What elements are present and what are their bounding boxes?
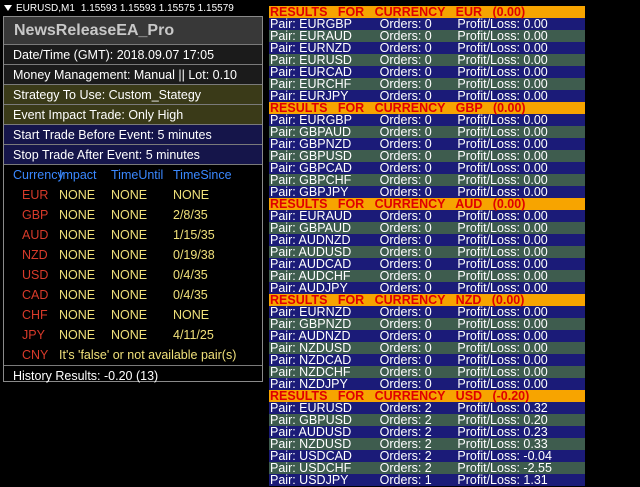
currency-code: CNY: [22, 348, 49, 362]
impact-value: NONE: [59, 248, 96, 262]
currency-code: GBP: [22, 208, 49, 222]
chart-prices: 1.15593 1.15593 1.15575 1.15579: [80, 2, 234, 14]
timesince-value: NONE: [173, 308, 210, 322]
history-results: History Results: -0.20 (13): [4, 365, 262, 387]
timeuntil-value: NONE: [111, 268, 148, 282]
timeuntil-value: NONE: [111, 228, 148, 242]
timesince-value: 4/11/25: [173, 328, 214, 342]
col-timesince: TimeSince: [173, 168, 232, 182]
col-timeuntil: TimeUntil: [111, 168, 164, 182]
results-row: Pair: USDJPY Orders: 1 Profit/Loss: 1.31: [269, 474, 585, 486]
currency-row: JPY NONE NONE 4/11/25: [4, 325, 262, 345]
chart-header: EURUSD,M1 1.15593 1.15593 1.15575 1.1557…: [0, 0, 262, 16]
impact-value: NONE: [59, 228, 96, 242]
currency-code: EUR: [22, 188, 49, 202]
impact-value: NONE: [59, 328, 96, 342]
timeuntil-value: NONE: [111, 248, 148, 262]
results-table: RESULTS FOR CURRENCY EUR (0.00) Pair: EUR…: [269, 6, 585, 486]
currency-row: CAD NONE NONE 0/4/35: [4, 285, 262, 305]
timesince-value: NONE: [173, 188, 210, 202]
panel-title: NewsReleaseEA_Pro: [4, 17, 262, 44]
chart-symbol: EURUSD,M1: [16, 2, 75, 14]
dropdown-arrow-icon[interactable]: [4, 5, 12, 11]
currency-row-cny: CNY It's 'false' or not available pair(s…: [4, 345, 262, 365]
timesince-value: 0/4/35: [173, 288, 208, 302]
money-management-row: Money Management: Manual || Lot: 0.10: [4, 64, 262, 84]
event-impact-row: Event Impact Trade: Only High: [4, 104, 262, 124]
currency-row: CHF NONE NONE NONE: [4, 305, 262, 325]
timeuntil-value: NONE: [111, 308, 148, 322]
currency-row: AUD NONE NONE 1/15/35: [4, 225, 262, 245]
pair-label: Pair: USDJPY: [270, 473, 349, 487]
impact-value: NONE: [59, 288, 96, 302]
currency-row: NZD NONE NONE 0/19/38: [4, 245, 262, 265]
currency-grid-header: Currency Impact TimeUntil TimeSince: [4, 164, 262, 185]
currency-row: GBP NONE NONE 2/8/35: [4, 205, 262, 225]
currency-row: USD NONE NONE 0/4/35: [4, 265, 262, 285]
currency-row: EUR NONE NONE NONE: [4, 185, 262, 205]
currency-code: CHF: [22, 308, 48, 322]
timeuntil-value: NONE: [111, 208, 148, 222]
strategy-row: Strategy To Use: Custom_Stategy: [4, 84, 262, 104]
impact-value: NONE: [59, 188, 96, 202]
currency-grid-rows: EUR NONE NONE NONE GBP NONE NONE 2/8/35 AUD NONE N…: [4, 185, 262, 345]
orders-label: Orders: 1: [379, 473, 432, 487]
currency-code: NZD: [22, 248, 48, 262]
col-currency: Currency: [13, 168, 64, 182]
impact-value: NONE: [59, 208, 96, 222]
timesince-value: 0/19/38: [173, 248, 215, 262]
timesince-value: 1/15/35: [173, 228, 215, 242]
currency-code: JPY: [22, 328, 45, 342]
timesince-value: 2/8/35: [173, 208, 208, 222]
impact-value: NONE: [59, 268, 96, 282]
profit-loss-label: Profit/Loss: 1.31: [457, 473, 548, 487]
datetime-row: Date/Time (GMT): 2018.09.07 17:05: [4, 44, 262, 64]
start-before-row: Start Trade Before Event: 5 minutes: [4, 124, 262, 144]
col-impact: Impact: [59, 168, 97, 182]
impact-value: NONE: [59, 308, 96, 322]
timesince-value: 0/4/35: [173, 268, 208, 282]
timeuntil-value: NONE: [111, 288, 148, 302]
cny-note: It's 'false' or not available pair(s): [59, 348, 237, 362]
timeuntil-value: NONE: [111, 188, 148, 202]
stop-after-row: Stop Trade After Event: 5 minutes: [4, 144, 262, 164]
currency-code: AUD: [22, 228, 49, 242]
ea-panel: NewsReleaseEA_Pro Date/Time (GMT): 2018.…: [3, 16, 263, 383]
timeuntil-value: NONE: [111, 328, 148, 342]
currency-code: CAD: [22, 288, 49, 302]
currency-code: USD: [22, 268, 49, 282]
